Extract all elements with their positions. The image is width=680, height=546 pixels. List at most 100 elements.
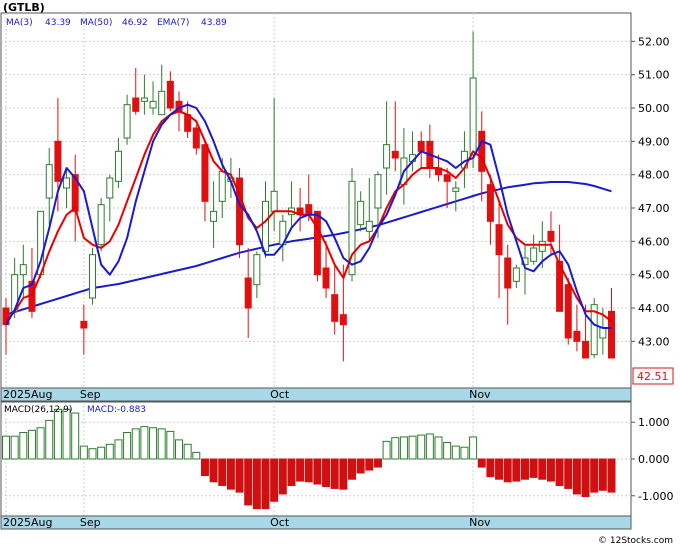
ma50-legend-label: MA(50) bbox=[80, 18, 112, 28]
price-tick-label: 50.00 bbox=[638, 102, 670, 115]
candle-body bbox=[374, 174, 382, 209]
candle-body bbox=[495, 224, 503, 256]
macd-bar-negative bbox=[590, 458, 599, 493]
macd-bar-negative bbox=[339, 458, 348, 490]
macd-bar-negative bbox=[252, 458, 261, 510]
price-x-label: Nov bbox=[469, 388, 491, 401]
macd-bar-positive bbox=[192, 451, 201, 460]
macd-bar-negative bbox=[330, 458, 339, 489]
macd-bar-negative bbox=[278, 458, 287, 495]
macd-bar-positive bbox=[469, 436, 478, 460]
macd-bar-positive bbox=[460, 446, 469, 460]
candle-body bbox=[599, 327, 607, 339]
price-x-label: 2025Aug bbox=[3, 388, 52, 401]
ma3-legend-label: MA(3) bbox=[6, 18, 33, 28]
candle-body bbox=[89, 254, 96, 299]
macd-bar-positive bbox=[27, 429, 36, 460]
macd-bar-positive bbox=[408, 435, 417, 460]
macd-bar-negative bbox=[598, 458, 607, 491]
price-tick-label: 43.00 bbox=[638, 335, 670, 348]
macd-bar-negative bbox=[322, 458, 331, 488]
candle-body bbox=[365, 220, 373, 232]
macd-bar-positive bbox=[45, 419, 54, 460]
macd-bar-negative bbox=[529, 458, 538, 478]
macd-bar-positive bbox=[123, 432, 132, 460]
macd-bar-positive bbox=[425, 433, 434, 460]
macd-bar-positive bbox=[157, 428, 166, 460]
candle-body bbox=[339, 314, 347, 326]
macd-bar-negative bbox=[546, 458, 555, 482]
macd-bar-negative bbox=[209, 458, 218, 483]
macd-bar-positive bbox=[36, 427, 45, 460]
macd-bar-positive bbox=[2, 435, 10, 460]
macd-bar-positive bbox=[19, 432, 28, 460]
candle-body bbox=[270, 190, 278, 212]
macd-x-label: Oct bbox=[270, 516, 290, 529]
macd-bar-positive bbox=[62, 408, 71, 460]
candle-body bbox=[391, 150, 399, 159]
watermark: © 12Stocks.com bbox=[598, 536, 673, 546]
macd-bar-negative bbox=[348, 458, 356, 480]
candle-body bbox=[469, 77, 477, 156]
macd-bar-positive bbox=[131, 428, 140, 460]
price-tick-label: 49.00 bbox=[638, 135, 670, 148]
macd-bar-negative bbox=[356, 458, 365, 474]
candle-body bbox=[383, 144, 391, 169]
price-tick-label: 52.00 bbox=[638, 35, 670, 48]
last-price-value: 42.51 bbox=[637, 370, 669, 383]
macd-bar-positive bbox=[149, 427, 158, 460]
macd-bar-negative bbox=[373, 458, 382, 468]
macd-bar-positive bbox=[443, 441, 452, 460]
candle-body bbox=[504, 257, 512, 289]
candle-body bbox=[486, 184, 494, 222]
candle-body bbox=[166, 80, 174, 109]
macd-bar-positive bbox=[175, 439, 183, 460]
candle-body bbox=[19, 264, 27, 276]
macd-bar-negative bbox=[287, 458, 296, 486]
macd-bar-negative bbox=[572, 458, 581, 495]
macd-bar-negative bbox=[555, 458, 564, 486]
macd-bar-positive bbox=[434, 436, 443, 460]
candle-body bbox=[114, 150, 122, 182]
price-x-label: Oct bbox=[270, 388, 290, 401]
ma50-legend-value: 46.92 bbox=[122, 18, 148, 28]
macd-bar-negative bbox=[296, 458, 305, 482]
macd-tick-label: 0.000 bbox=[638, 453, 670, 466]
candle-body bbox=[357, 200, 365, 226]
price-axis: 43.00 44.00 45.00 46.00 47.00 48.00 49.00 50.00… bbox=[631, 35, 670, 348]
candle-body bbox=[97, 204, 105, 246]
price-tick-label: 45.00 bbox=[638, 269, 670, 282]
price-tick-label: 48.00 bbox=[638, 169, 670, 182]
candle-body bbox=[210, 210, 218, 222]
macd-bar-negative bbox=[495, 458, 504, 480]
candle-body bbox=[478, 130, 486, 172]
candle-body bbox=[218, 170, 226, 202]
candle-body bbox=[262, 200, 269, 252]
macd-x-label: Nov bbox=[469, 516, 491, 529]
candle-body bbox=[538, 240, 546, 252]
macd-bar-negative bbox=[313, 458, 322, 485]
macd-bar-positive bbox=[10, 435, 19, 460]
ema7-legend-label: EMA(7) bbox=[157, 18, 189, 28]
candle-body bbox=[530, 247, 538, 262]
macd-bar-positive bbox=[166, 430, 175, 460]
macd-bar-positive bbox=[140, 426, 149, 460]
candle-body bbox=[305, 204, 313, 216]
candle-body bbox=[573, 330, 581, 342]
candle-body bbox=[123, 104, 131, 139]
price-tick-label: 46.00 bbox=[638, 235, 670, 248]
candle-body bbox=[443, 174, 451, 182]
macd-bar-positive bbox=[114, 439, 123, 460]
macd-bar-negative bbox=[521, 458, 529, 480]
macd-bar-positive bbox=[382, 440, 391, 460]
candle-body bbox=[244, 277, 252, 309]
candle-body bbox=[313, 210, 321, 276]
price-x-label: Sep bbox=[80, 388, 101, 401]
candle-body bbox=[132, 97, 140, 112]
macd-bar-negative bbox=[200, 458, 209, 477]
ticker-label: (GTLB) bbox=[3, 1, 45, 14]
macd-bar-negative bbox=[270, 458, 279, 502]
candle-body bbox=[564, 284, 572, 339]
macd-bar-positive bbox=[417, 434, 426, 460]
candle-body bbox=[547, 230, 555, 242]
